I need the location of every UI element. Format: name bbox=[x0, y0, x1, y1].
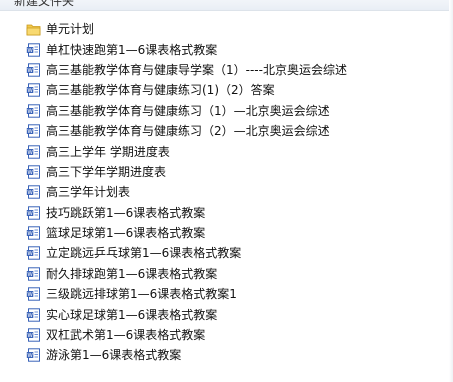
file-list-item[interactable]: W 高三学年计划表 bbox=[0, 182, 453, 202]
file-name: 高三下学年学期进度表 bbox=[46, 164, 167, 179]
word-doc-icon: W bbox=[26, 165, 41, 179]
svg-text:W: W bbox=[27, 272, 33, 278]
file-name: 高三基能教学体育与健康练习(1)（2）答案 bbox=[46, 83, 275, 98]
file-list-item[interactable]: W 高三上学年 学期进度表 bbox=[0, 141, 453, 161]
word-doc-icon: W bbox=[26, 267, 41, 281]
word-doc-icon: W bbox=[26, 328, 41, 342]
word-doc-icon: W bbox=[26, 63, 41, 77]
file-list-item[interactable]: W 高三下学年学期进度表 bbox=[0, 162, 453, 182]
svg-text:W: W bbox=[27, 48, 33, 54]
svg-text:W: W bbox=[27, 68, 33, 74]
file-name: 耐久排球跑第1—6课表格式教案 bbox=[46, 266, 218, 281]
file-name: 技巧跳跃第1—6课表格式教案 bbox=[46, 205, 206, 220]
file-name: 双杠武术第1—6课表格式教案 bbox=[46, 328, 206, 343]
svg-text:W: W bbox=[27, 333, 33, 339]
word-doc-icon: W bbox=[26, 144, 41, 159]
word-doc-icon: W bbox=[26, 206, 41, 220]
file-list-item[interactable]: W 高三基能教学体育与健康练习（2）—北京奥运会综述 bbox=[0, 121, 453, 141]
word-doc-icon: W bbox=[26, 226, 41, 240]
word-doc-icon: W bbox=[26, 246, 41, 261]
file-name: 高三学年计划表 bbox=[46, 185, 131, 200]
file-list-item[interactable]: W 技巧跳跃第1—6课表格式教案 bbox=[0, 203, 453, 223]
file-name: 单元计划 bbox=[46, 22, 95, 37]
file-list-item[interactable]: W 三级跳远排球第1—6课表格式教案1 bbox=[0, 284, 453, 304]
svg-text:W: W bbox=[27, 211, 33, 217]
file-list-item[interactable]: W 双杠武术第1—6课表格式教案 bbox=[0, 325, 453, 345]
word-doc-icon: W bbox=[26, 287, 41, 301]
word-doc-icon: W bbox=[26, 348, 41, 363]
file-list-item[interactable]: W 高三基能教学体育与健康练习(1)（2）答案 bbox=[0, 80, 453, 100]
word-doc-icon: W bbox=[26, 104, 41, 118]
svg-text:W: W bbox=[27, 190, 33, 196]
file-list-item[interactable]: W 游泳第1—6课表格式教案 bbox=[0, 345, 453, 365]
folder-icon bbox=[26, 22, 41, 36]
file-name: 篮球足球第1—6课表格式教案 bbox=[46, 226, 206, 241]
word-doc-icon: W bbox=[26, 83, 41, 98]
svg-text:W: W bbox=[27, 150, 33, 156]
file-list-item[interactable]: W 单杠快速跑第1—6课表格式教案 bbox=[0, 39, 453, 59]
svg-text:W: W bbox=[27, 353, 33, 359]
svg-text:W: W bbox=[27, 292, 33, 298]
file-list-item[interactable]: W 实心球足球第1—6课表格式教案 bbox=[0, 304, 453, 324]
file-name: 高三基能教学体育与健康导学案（1）----北京奥运会综述 bbox=[46, 62, 347, 77]
file-name: 高三基能教学体育与健康练习（1）—北京奥运会综述 bbox=[46, 103, 330, 118]
title-bar: 新建文件夹 bbox=[0, 0, 453, 11]
file-list-item[interactable]: W 立定跳远乒乓球第1—6课表格式教案 bbox=[0, 243, 453, 263]
file-name: 单杠快速跑第1—6课表格式教案 bbox=[46, 42, 218, 57]
window-edge bbox=[449, 0, 453, 382]
word-doc-icon: W bbox=[26, 307, 41, 322]
svg-text:W: W bbox=[27, 251, 33, 257]
file-list: 单元计划 W 单杠快速跑第1—6课表格式教案 W 高三基能教学体育与健康导学案（1）--… bbox=[0, 19, 453, 366]
file-name: 高三上学年 学期进度表 bbox=[46, 144, 170, 159]
file-name: 高三基能教学体育与健康练习（2）—北京奥运会综述 bbox=[46, 124, 330, 139]
file-list-item[interactable]: W 高三基能教学体育与健康导学案（1）----北京奥运会综述 bbox=[0, 60, 453, 80]
file-list-item[interactable]: W 耐久排球跑第1—6课表格式教案 bbox=[0, 264, 453, 284]
file-name: 游泳第1—6课表格式教案 bbox=[46, 348, 182, 363]
file-list-item[interactable]: W 篮球足球第1—6课表格式教案 bbox=[0, 223, 453, 243]
file-list-item[interactable]: W 高三基能教学体育与健康练习（1）—北京奥运会综述 bbox=[0, 101, 453, 121]
file-name: 三级跳远排球第1—6课表格式教案1 bbox=[46, 287, 237, 302]
svg-text:W: W bbox=[27, 231, 33, 237]
word-doc-icon: W bbox=[26, 124, 41, 138]
explorer-window: 新建文件夹 单元计划 W 单杠快速跑第1—6课表格式教案 W 高三基能教学体育与健康导学… bbox=[0, 0, 453, 382]
word-doc-icon: W bbox=[26, 185, 41, 200]
window-title: 新建文件夹 bbox=[14, 0, 75, 8]
word-doc-icon: W bbox=[26, 42, 41, 57]
svg-text:W: W bbox=[27, 88, 33, 94]
file-list-item[interactable]: 单元计划 bbox=[0, 19, 453, 39]
svg-text:W: W bbox=[27, 313, 33, 319]
svg-text:W: W bbox=[27, 109, 33, 115]
file-name: 立定跳远乒乓球第1—6课表格式教案 bbox=[46, 246, 242, 261]
file-name: 实心球足球第1—6课表格式教案 bbox=[46, 307, 218, 322]
svg-text:W: W bbox=[27, 170, 33, 176]
svg-text:W: W bbox=[27, 129, 33, 135]
